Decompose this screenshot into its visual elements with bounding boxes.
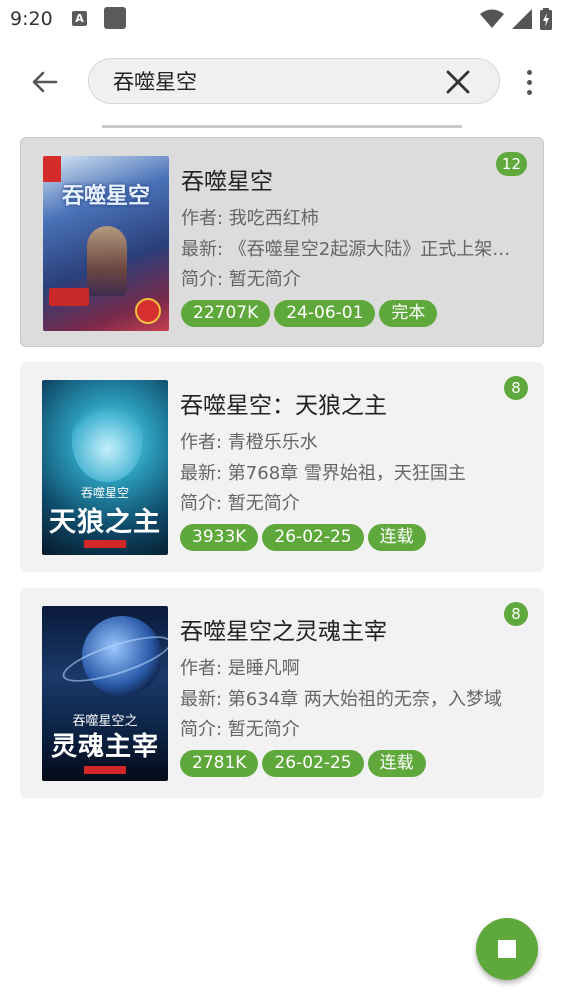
update-date-tag: 24-06-01 (274, 300, 376, 327)
book-cover: 吞噬星空之 灵魂主宰 (42, 606, 168, 781)
more-vert-icon-dot (526, 69, 532, 75)
system-icons (480, 8, 552, 30)
more-vert-icon-dot (526, 79, 532, 85)
stop-search-button[interactable] (476, 918, 538, 980)
search-progress-bar (102, 125, 462, 128)
cover-figure (87, 226, 127, 296)
search-input[interactable] (113, 59, 433, 103)
search-result-card[interactable]: 吞噬星空 天狼之主 吞噬星空：天狼之主 作者: 青橙乐乐水 最新: 第768章 … (20, 362, 544, 572)
update-date-tag: 26-02-25 (262, 750, 364, 777)
notification-a-icon: A (72, 11, 87, 26)
status-bar: 9:20 A (0, 0, 564, 38)
book-intro: 简介: 暂无简介 (180, 493, 300, 514)
word-count-tag: 3933K (180, 524, 259, 551)
book-author: 作者: 青橙乐乐水 (180, 432, 318, 453)
cover-seal (135, 298, 161, 324)
search-result-card[interactable]: 吞噬星空 吞噬星空 作者: 我吃西红柿 最新: 《吞噬星空2起源大陆》正式上架…… (20, 137, 544, 347)
cover-badge (49, 288, 89, 306)
status-tag: 连载 (367, 524, 426, 551)
source-count-badge: 12 (495, 152, 527, 176)
more-options-button[interactable] (518, 64, 540, 100)
book-intro: 简介: 暂无简介 (181, 269, 301, 290)
cover-subtitle: 吞噬星空 (80, 486, 129, 500)
search-box (88, 58, 500, 104)
wifi-icon (480, 9, 504, 28)
source-count-badge: 8 (504, 376, 528, 400)
search-result-card[interactable]: 吞噬星空之 灵魂主宰 吞噬星空之灵魂主宰 作者: 是睡凡啊 最新: 第634章 … (20, 588, 544, 798)
close-icon (446, 70, 470, 94)
book-title: 吞噬星空之灵魂主宰 (180, 619, 387, 645)
cover-title: 天狼之主 (49, 507, 161, 538)
more-vert-icon-dot (526, 89, 532, 95)
notification-app-icon (104, 7, 126, 29)
status-tag: 连载 (367, 750, 426, 777)
battery-charging-icon (540, 8, 552, 30)
cover-title: 灵魂主宰 (50, 732, 159, 762)
book-tags: 22707K 24-06-01 完本 (181, 300, 438, 327)
book-latest-chapter: 最新: 第634章 两大始祖的无奈，入梦域 (180, 689, 502, 710)
book-author: 作者: 我吃西红柿 (181, 208, 319, 229)
source-count-badge: 8 (504, 602, 528, 626)
word-count-tag: 22707K (181, 300, 271, 327)
cover-wolf (72, 402, 142, 482)
clear-search-button[interactable] (445, 69, 471, 95)
status-time: 9:20 (10, 8, 53, 30)
book-tags: 3933K 26-02-25 连载 (180, 524, 426, 551)
status-tag: 完本 (379, 300, 438, 327)
signal-icon (512, 9, 532, 29)
update-date-tag: 26-02-25 (262, 524, 364, 551)
book-title: 吞噬星空：天狼之主 (180, 393, 387, 419)
cover-publisher (84, 540, 126, 548)
back-button[interactable] (26, 64, 62, 100)
stop-icon (498, 940, 516, 958)
book-cover: 吞噬星空 天狼之主 (42, 380, 168, 555)
book-author: 作者: 是睡凡啊 (180, 658, 300, 679)
book-latest-chapter: 最新: 第768章 雪界始祖，天狂国主 (180, 463, 466, 484)
book-cover: 吞噬星空 (43, 156, 169, 331)
arrow-left-icon (32, 71, 58, 93)
book-tags: 2781K 26-02-25 连载 (180, 750, 426, 777)
book-intro: 简介: 暂无简介 (180, 719, 300, 740)
cover-publisher (84, 766, 126, 774)
word-count-tag: 2781K (180, 750, 259, 777)
book-title: 吞噬星空 (181, 169, 273, 195)
cover-title: 吞噬星空 (61, 183, 150, 209)
book-latest-chapter: 最新: 《吞噬星空2起源大陆》正式上架… (181, 239, 511, 260)
